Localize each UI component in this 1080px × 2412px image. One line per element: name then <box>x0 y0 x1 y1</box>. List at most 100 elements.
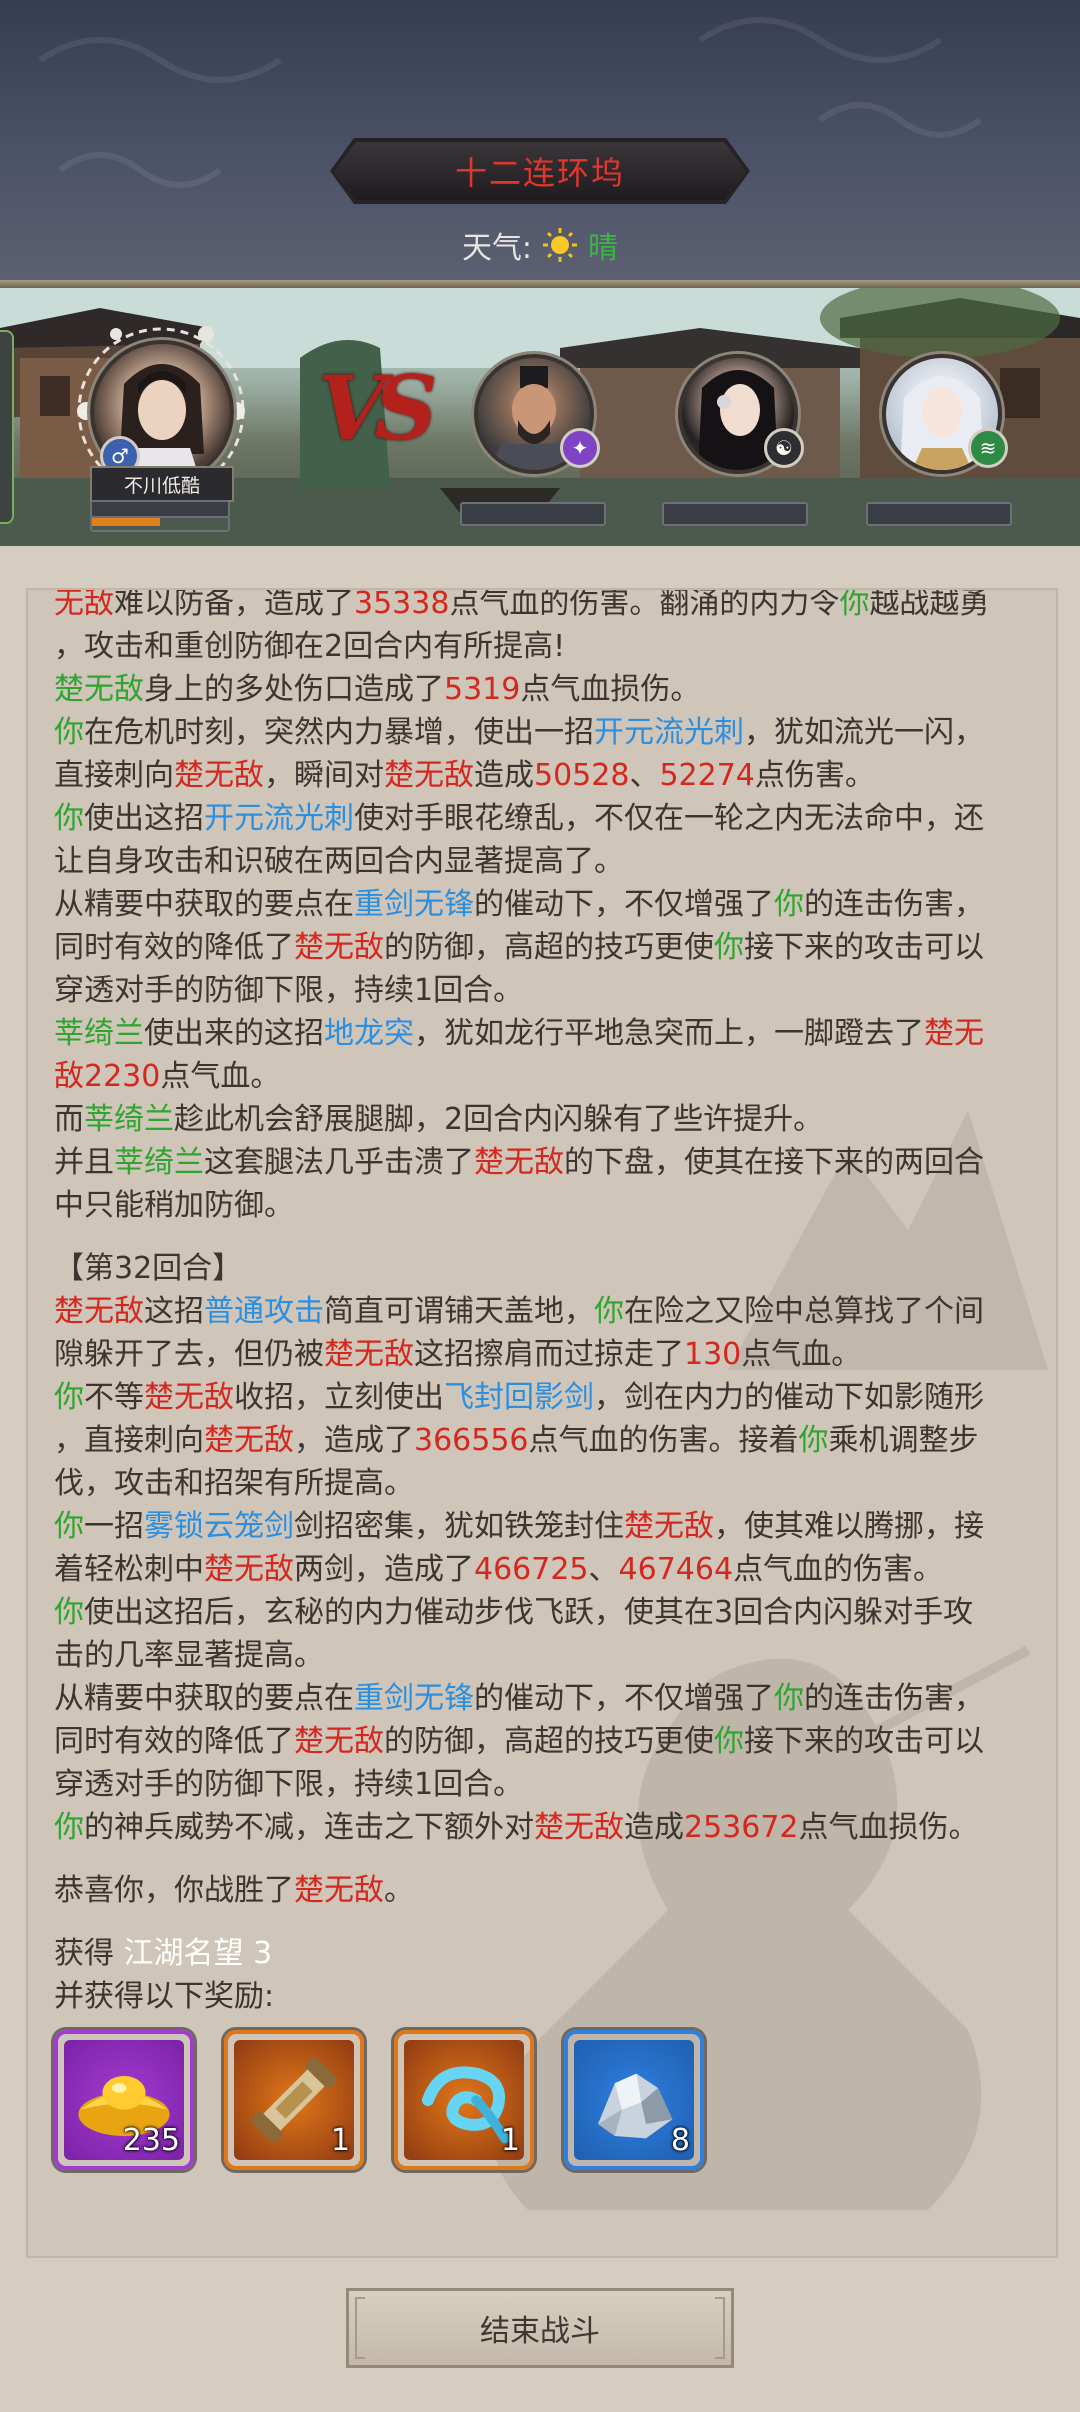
log-text: 难以防备，造成了 <box>114 588 354 621</box>
log-text: 的防御，高超的技巧更使 <box>384 930 714 965</box>
log-text: 点气血。 <box>160 1059 281 1094</box>
log-line: 你不等楚无敌收招，立刻使出飞封回影剑，剑在内力的催动下如影随形 <box>54 1376 1044 1419</box>
ally-name: 你 <box>774 887 804 922</box>
ally-name: 你 <box>774 1681 804 1716</box>
log-text: 隙躲开了去，但仍被 <box>54 1337 324 1372</box>
skill-name: 开元流光刺 <box>204 801 354 836</box>
reward-item[interactable]: 235 <box>54 2030 194 2170</box>
skill-name: 开元流光刺 <box>594 715 744 750</box>
enemy-or-damage-text: 楚无敌 <box>294 1873 384 1908</box>
log-text: 获得 <box>54 1936 124 1971</box>
skill-name: 普通攻击 <box>204 1294 324 1329</box>
enemy-or-damage-text: 467464 <box>618 1552 734 1587</box>
battle-log-text: 无敌难以防备，造成了35338点气血的伤害。翻涌的内力令你越战越勇 ，攻击和重创防… <box>54 588 1044 2170</box>
log-text: 身上的多处伤口造成了 <box>144 672 444 707</box>
enemy-or-damage-text: 楚无敌 <box>204 1552 294 1587</box>
log-text: 直接刺向 <box>54 758 174 793</box>
log-line: 楚无敌身上的多处伤口造成了5319点气血损伤。 <box>54 668 1044 711</box>
log-line: 【第32回合】 <box>54 1247 1044 1290</box>
log-text: 中只能稍加防御。 <box>54 1188 294 1223</box>
log-text: 的连击伤害， <box>804 1681 984 1716</box>
log-line: 从精要中获取的要点在重剑无锋的催动下，不仅增强了你的连击伤害， <box>54 883 1044 926</box>
log-text: 【第32回合】 <box>54 1251 243 1286</box>
player-energy-bar-frame <box>90 516 230 532</box>
reward-item[interactable]: 1 <box>394 2030 534 2170</box>
enemy-or-damage-text: 楚无敌 <box>54 1294 144 1329</box>
log-line: 你的神兵威势不减，连击之下额外对楚无敌造成253672点气血损伤。 <box>54 1806 1044 1849</box>
yin-yang-icon: ☯ <box>764 428 804 468</box>
weather-value: 晴 <box>588 231 619 266</box>
log-line: 你一招雾锁云笼剑剑招密集，犹如铁笼封住楚无敌，使其难以腾挪，接 <box>54 1505 1044 1548</box>
log-line: 你使出这招后，玄秘的内力催动步伐飞跃，使其在3回合内闪躲对手攻 <box>54 1591 1044 1634</box>
log-text: 趁此机会舒展腿脚，2回合内闪躲有了些许提升。 <box>174 1102 824 1137</box>
enemy-or-damage-text: 楚无敌 <box>324 1337 414 1372</box>
log-text: 点气血的伤害。接着 <box>528 1423 799 1458</box>
log-line: 莘绮兰使出来的这招地龙突，犹如龙行平地急突而上，一脚蹬去了楚无 <box>54 1012 1044 1055</box>
log-text: 点气血的伤害。 <box>733 1552 944 1587</box>
enemy-or-damage-text: 楚无敌 <box>294 930 384 965</box>
log-text: 的防御，高超的技巧更使 <box>384 1724 714 1759</box>
log-line: 你在危机时刻，突然内力暴增，使出一招开元流光刺，犹如流光一闪， <box>54 711 1044 754</box>
log-text: 的催动下，不仅增强了 <box>474 887 774 922</box>
log-line: 而莘绮兰趁此机会舒展腿脚，2回合内闪躲有了些许提升。 <box>54 1098 1044 1141</box>
battle-log-panel[interactable]: 无敌难以防备，造成了35338点气血的伤害。翻涌的内力令你越战越勇 ，攻击和重创防… <box>26 588 1058 2258</box>
header-divider <box>0 280 1080 288</box>
log-line: 伐，攻击和招架有所提高。 <box>54 1462 1044 1505</box>
log-line: 无敌难以防备，造成了35338点气血的伤害。翻涌的内力令你越战越勇 <box>54 588 1044 625</box>
ally-name: 你 <box>54 1509 84 1544</box>
log-text: 的神兵威势不减，连击之下额外对 <box>84 1810 534 1845</box>
skill-name: 雾锁云笼剑 <box>144 1509 294 1544</box>
log-text: 这招擦肩而过掠走了 <box>414 1337 684 1372</box>
reward-item[interactable]: 1 <box>224 2030 364 2170</box>
log-line: 敌2230点气血。 <box>54 1055 1044 1098</box>
player-name: 不川低酷 <box>123 474 200 497</box>
log-line: 让自身攻击和识破在两回合内显著提高了。 <box>54 840 1044 883</box>
log-line: 同时有效的降低了楚无敌的防御，高超的技巧更使你接下来的攻击可以 <box>54 926 1044 969</box>
log-text: 、 <box>588 1552 619 1587</box>
log-line: 同时有效的降低了楚无敌的防御，高超的技巧更使你接下来的攻击可以 <box>54 1720 1044 1763</box>
enemy-or-damage-text: 无敌 <box>54 588 114 621</box>
location-title-plate: 十二连环坞 <box>334 142 746 200</box>
log-line: 击的几率显著提高。 <box>54 1634 1044 1677</box>
log-text: 点气血损伤。 <box>520 672 701 707</box>
skill-name: 飞封回影剑 <box>444 1380 594 1415</box>
side-panel-tab[interactable] <box>0 330 14 524</box>
enemy-or-damage-text: 466725 <box>474 1552 589 1587</box>
log-line: 穿透对手的防御下限，持续1回合。 <box>54 969 1044 1012</box>
ally-name: 你 <box>54 1810 84 1845</box>
log-text: 并获得以下奖励: <box>54 1979 275 2014</box>
log-text: 接下来的攻击可以 <box>744 930 984 965</box>
ally-name: 你 <box>54 1595 84 1630</box>
log-text: 的催动下，不仅增强了 <box>474 1681 774 1716</box>
sun-icon <box>543 228 578 262</box>
end-battle-button[interactable]: 结束战斗 <box>346 2288 734 2368</box>
reward-item[interactable]: 8 <box>564 2030 704 2170</box>
enemy-or-damage-text: 35338 <box>354 588 450 621</box>
log-line: 着轻松刺中楚无敌两剑，造成了466725、467464点气血的伤害。 <box>54 1548 1044 1591</box>
log-text: 。 <box>384 1873 414 1908</box>
log-text: 收招，立刻使出 <box>234 1380 444 1415</box>
log-text: ，直接刺向 <box>54 1423 204 1458</box>
log-text: ，瞬间对 <box>264 758 384 793</box>
log-text: 造成 <box>474 758 534 793</box>
log-line: 直接刺向楚无敌，瞬间对楚无敌造成50528、52274点伤害。 <box>54 754 1044 797</box>
log-text: 同时有效的降低了 <box>54 930 294 965</box>
log-line: 并且莘绮兰这套腿法几乎击溃了楚无敌的下盘，使其在接下来的两回合 <box>54 1141 1044 1184</box>
log-text: ，犹如龙行平地急突而上，一脚蹬去了 <box>414 1016 924 1051</box>
log-spacer <box>54 1912 1044 1932</box>
log-text: 这套腿法几乎击溃了 <box>204 1145 474 1180</box>
reward-list: 235 1 1 8 <box>54 2030 1044 2170</box>
log-text: 同时有效的降低了 <box>54 1724 294 1759</box>
log-line: 你使出这招开元流光刺使对手眼花缭乱，不仅在一轮之内无法命中，还 <box>54 797 1044 840</box>
reward-count: 1 <box>500 2123 520 2158</box>
log-text: 从精要中获取的要点在 <box>54 887 354 922</box>
log-text: 在危机时刻，突然内力暴增，使出一招 <box>84 715 594 750</box>
log-text: 恭喜你，你战胜了 <box>54 1873 294 1908</box>
log-line: 并获得以下奖励: <box>54 1975 1044 2018</box>
log-text: 江湖名望 3 <box>123 1936 273 1971</box>
enemy-or-damage-text: 楚无敌 <box>204 1423 294 1458</box>
log-text: 点气血损伤。 <box>798 1810 979 1845</box>
log-text: 剑招密集，犹如铁笼封住 <box>294 1509 624 1544</box>
log-text: ，犹如流光一闪， <box>744 715 984 750</box>
log-line: 穿透对手的防御下限，持续1回合。 <box>54 1763 1044 1806</box>
